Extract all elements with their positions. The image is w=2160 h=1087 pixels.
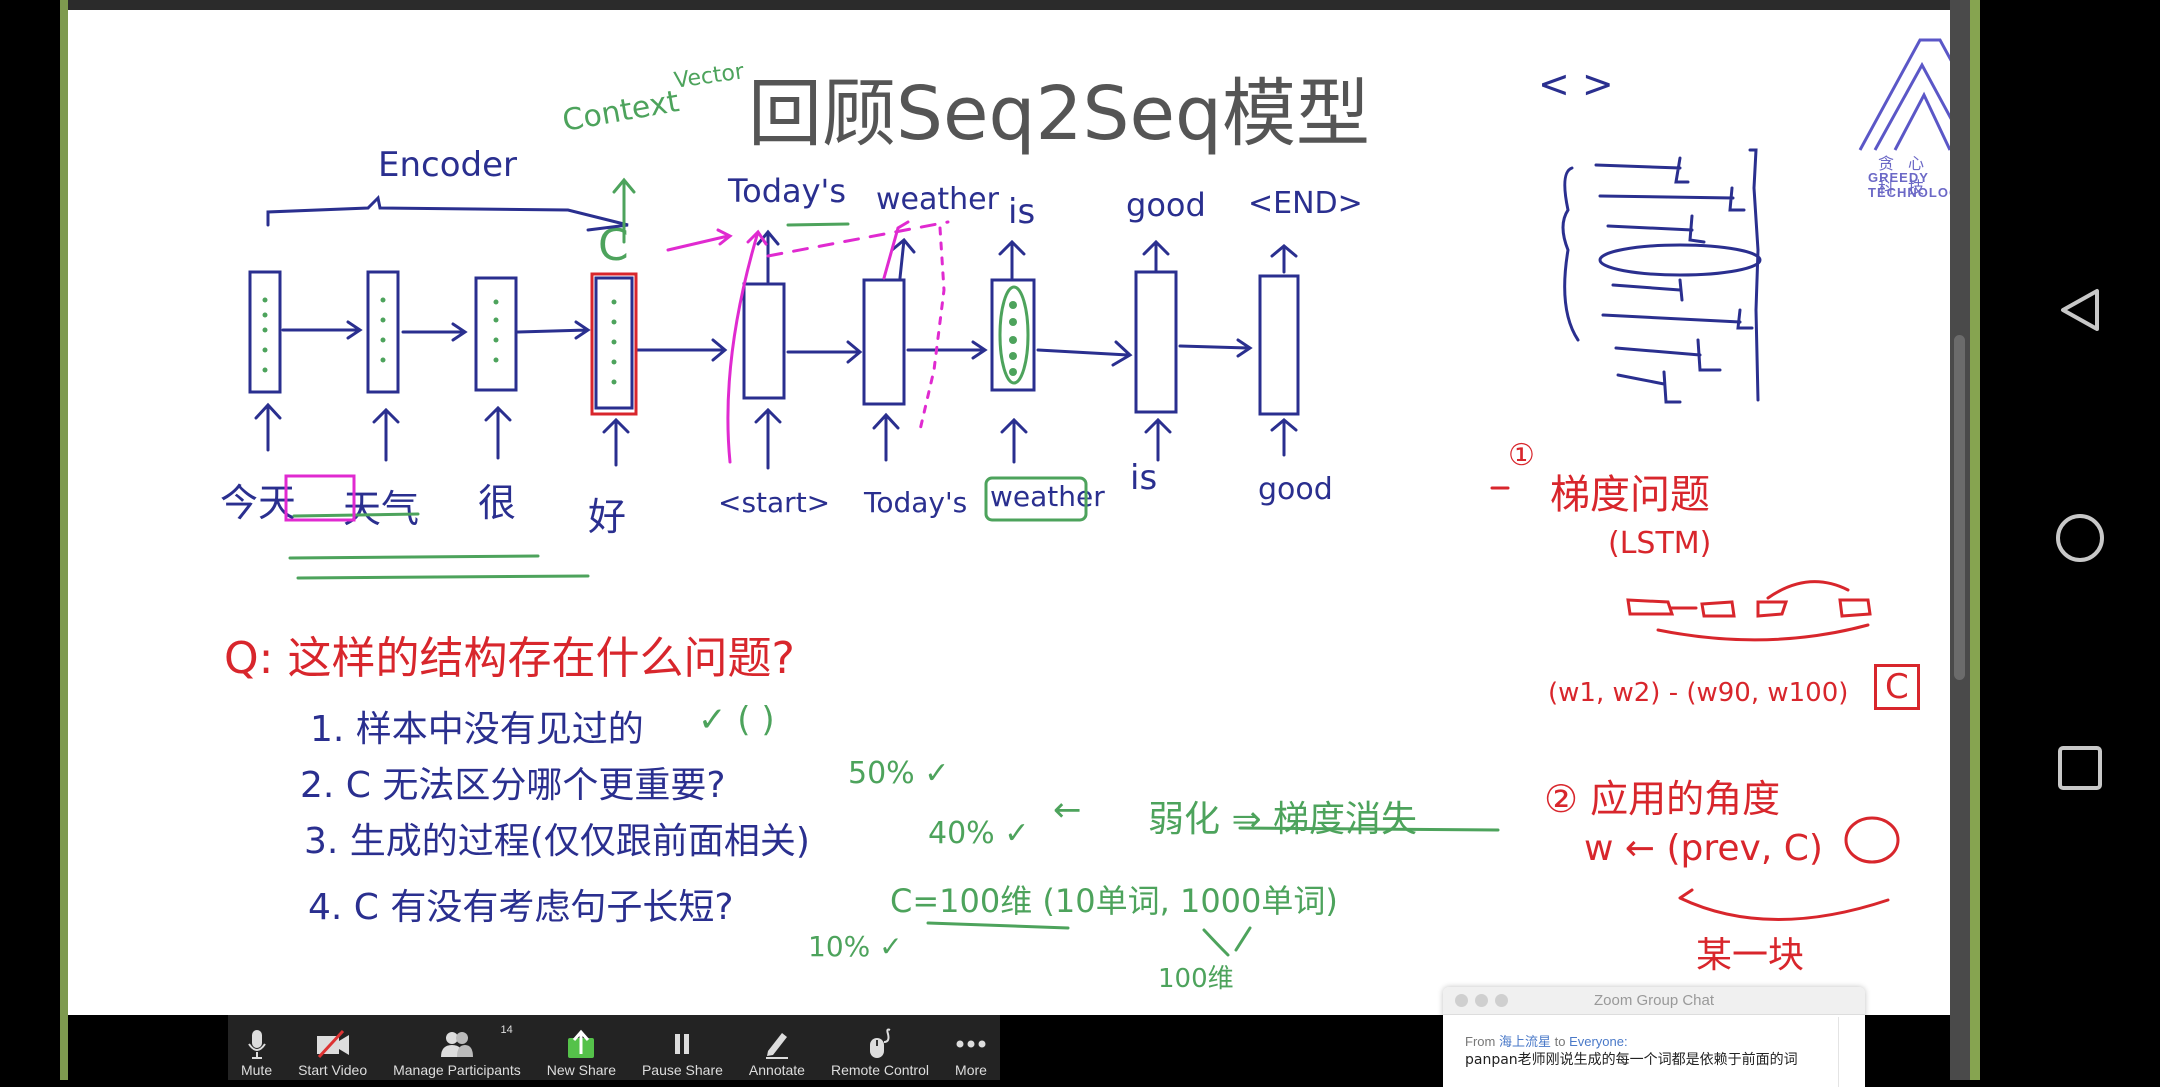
scrollbar-thumb[interactable] xyxy=(1954,335,1965,680)
from-prefix: From xyxy=(1465,1034,1496,1049)
window-border-left xyxy=(60,0,68,1080)
pause-share-label: Pause Share xyxy=(641,1062,723,1078)
chat-recipient: Everyone: xyxy=(1569,1034,1628,1049)
mute-button[interactable]: Mute xyxy=(241,1026,272,1078)
to-word: to xyxy=(1554,1034,1566,1049)
back-icon xyxy=(2061,289,2099,331)
encoder-bracket xyxy=(266,194,629,232)
pause-share-button[interactable]: Pause Share xyxy=(642,1026,723,1078)
more-icon xyxy=(955,1026,987,1062)
window-border-right xyxy=(1970,0,1980,1080)
chat-scrollbar[interactable] xyxy=(1838,1017,1839,1087)
encoder-cell-2 xyxy=(474,276,518,392)
manage-participants-label: Manage Participants xyxy=(393,1062,521,1078)
encoder-cell-1 xyxy=(366,270,400,394)
zoom-group-chat-window[interactable]: Zoom Group Chat From 海上流星 to Everyone: p… xyxy=(1443,987,1865,1087)
annotate-label: Annotate xyxy=(748,1062,805,1078)
remote-control-label: Remote Control xyxy=(830,1062,929,1078)
pen-icon xyxy=(762,1026,792,1062)
decoder-cell-0 xyxy=(742,282,786,400)
more-button[interactable]: More xyxy=(955,1026,987,1078)
start-video-button[interactable]: Start Video xyxy=(298,1026,367,1078)
start-video-label: Start Video xyxy=(298,1062,368,1078)
window-top-bar xyxy=(68,0,1950,10)
android-nav-bar xyxy=(1980,0,2160,1080)
decoder-cell-4 xyxy=(1258,274,1300,416)
home-icon xyxy=(2056,514,2104,562)
participant-count-badge: 14 xyxy=(500,1024,513,1036)
mouse-icon xyxy=(866,1026,894,1062)
share-screen-icon xyxy=(566,1026,596,1062)
back-button[interactable] xyxy=(2040,270,2120,350)
new-share-label: New Share xyxy=(546,1062,616,1078)
chat-message-text: panpan老师刚说生成的每一个词都是依赖于前面的词 xyxy=(1465,1052,1798,1068)
chat-sender[interactable]: 海上流星 xyxy=(1499,1034,1551,1049)
manage-participants-button[interactable]: 14 Manage Participants xyxy=(393,1024,521,1078)
microphone-icon xyxy=(246,1026,268,1062)
decoder-cell-3 xyxy=(1134,270,1178,414)
home-button[interactable] xyxy=(2040,498,2120,578)
chat-message-header: From 海上流星 to Everyone: xyxy=(1465,1031,1628,1050)
new-share-button[interactable]: New Share xyxy=(547,1026,616,1078)
mute-label: Mute xyxy=(240,1062,273,1078)
video-off-icon xyxy=(315,1026,351,1062)
remote-control-button[interactable]: Remote Control xyxy=(831,1026,929,1078)
chat-title: Zoom Group Chat xyxy=(1593,992,1715,1009)
chat-title-bar[interactable]: Zoom Group Chat xyxy=(1443,987,1865,1015)
whiteboard-drawing xyxy=(248,148,1900,957)
decoder-cell-1 xyxy=(862,278,906,406)
weather-input-highlight xyxy=(984,476,1088,522)
pause-icon xyxy=(672,1026,692,1062)
shared-slide: 回顾Seq2Seq模型 Context Vector Encoder C Tod… xyxy=(68,10,1950,1015)
letterbox-left xyxy=(0,0,60,1080)
recents-button[interactable] xyxy=(2040,728,2120,808)
zoom-meeting-toolbar: Mute Start Video 14 Manage Participants … xyxy=(228,1015,1000,1080)
annotate-button[interactable]: Annotate xyxy=(749,1026,805,1078)
more-label: More xyxy=(955,1062,987,1078)
recents-icon xyxy=(2058,746,2102,790)
participants-icon xyxy=(439,1026,475,1062)
